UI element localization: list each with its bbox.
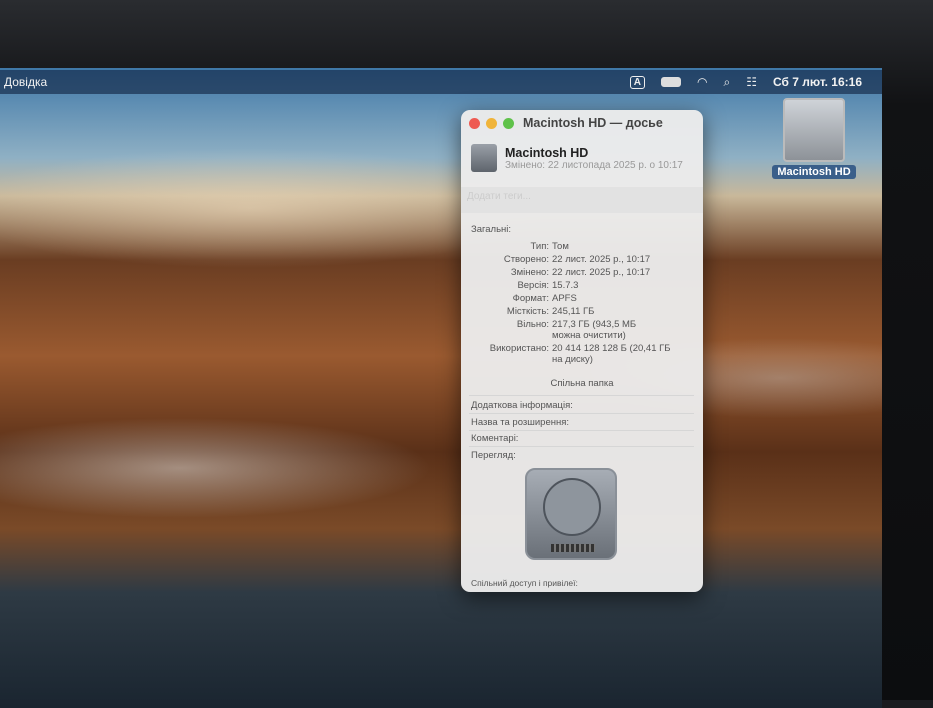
section-comments[interactable]: Коментарі: xyxy=(471,433,518,444)
menu-help[interactable]: Довідка xyxy=(4,75,47,89)
desktop-wallpaper xyxy=(0,68,882,708)
field-value: 15.7.3 xyxy=(552,280,579,291)
desktop-icon-macintosh-hd[interactable]: Macintosh HD xyxy=(772,98,856,180)
shared-folder-checkbox[interactable]: Спільна папка xyxy=(461,378,703,389)
field-value: APFS xyxy=(552,293,577,304)
section-name-extension[interactable]: Назва та розширення: xyxy=(471,417,569,428)
section-sharing-permissions[interactable]: Спільний доступ і привілеї: xyxy=(471,578,578,588)
field-value: 20 414 128 128 Б (20,41 ГБ на диску) xyxy=(552,343,671,365)
hard-drive-icon xyxy=(471,144,497,172)
field-label: Версія: xyxy=(517,280,549,291)
window-title: Macintosh HD — досье xyxy=(523,116,663,130)
wifi-icon[interactable]: ◠ xyxy=(697,75,707,89)
field-value: 22 лист. 2025 р., 10:17 xyxy=(552,254,651,265)
section-preview[interactable]: Перегляд: xyxy=(471,450,516,461)
divider xyxy=(469,413,694,414)
field-label: Створено: xyxy=(503,254,549,265)
field-value: Том xyxy=(552,241,569,252)
minimize-button[interactable] xyxy=(486,118,497,129)
divider xyxy=(469,446,694,447)
close-button[interactable] xyxy=(469,118,480,129)
section-more-info[interactable]: Додаткова інформація: xyxy=(471,400,573,411)
modified-summary: Змінено: 22 листопада 2025 р. о 10:17 xyxy=(505,159,683,171)
search-icon[interactable]: ⌕ xyxy=(723,75,730,90)
field-label: Змінено: xyxy=(510,267,549,278)
field-label: Формат: xyxy=(512,293,549,304)
field-label: Місткість: xyxy=(506,306,549,317)
field-label: Тип: xyxy=(530,241,549,252)
hard-drive-icon xyxy=(783,98,845,162)
control-center-icon[interactable]: ☷ xyxy=(746,75,757,89)
divider xyxy=(469,395,694,396)
section-general[interactable]: Загальні: xyxy=(471,224,511,235)
get-info-window: Macintosh HD — досье Macintosh HD Змінен… xyxy=(461,110,703,592)
desktop-icon-label: Macintosh HD xyxy=(772,165,856,179)
hard-drive-preview-icon xyxy=(525,468,617,560)
zoom-button[interactable] xyxy=(503,118,514,129)
menu-bar: Довідка A ◠ ⌕ ☷ Сб 7 лют. 16:16 xyxy=(0,70,882,94)
field-value: 245,11 ГБ xyxy=(552,306,595,317)
menu-clock[interactable]: Сб 7 лют. 16:16 xyxy=(773,75,862,89)
tags-input[interactable]: Додати теги... xyxy=(461,187,703,213)
field-label: Використано: xyxy=(489,343,549,354)
field-label: Вільно: xyxy=(516,319,549,330)
field-value: 217,3 ГБ (943,5 МБ можна очистити) xyxy=(552,319,637,341)
field-value: 22 лист. 2025 р., 10:17 xyxy=(552,267,651,278)
battery-icon[interactable] xyxy=(661,77,681,87)
volume-name: Macintosh HD xyxy=(505,145,589,160)
input-source-icon[interactable]: A xyxy=(629,75,645,89)
divider xyxy=(469,430,694,431)
